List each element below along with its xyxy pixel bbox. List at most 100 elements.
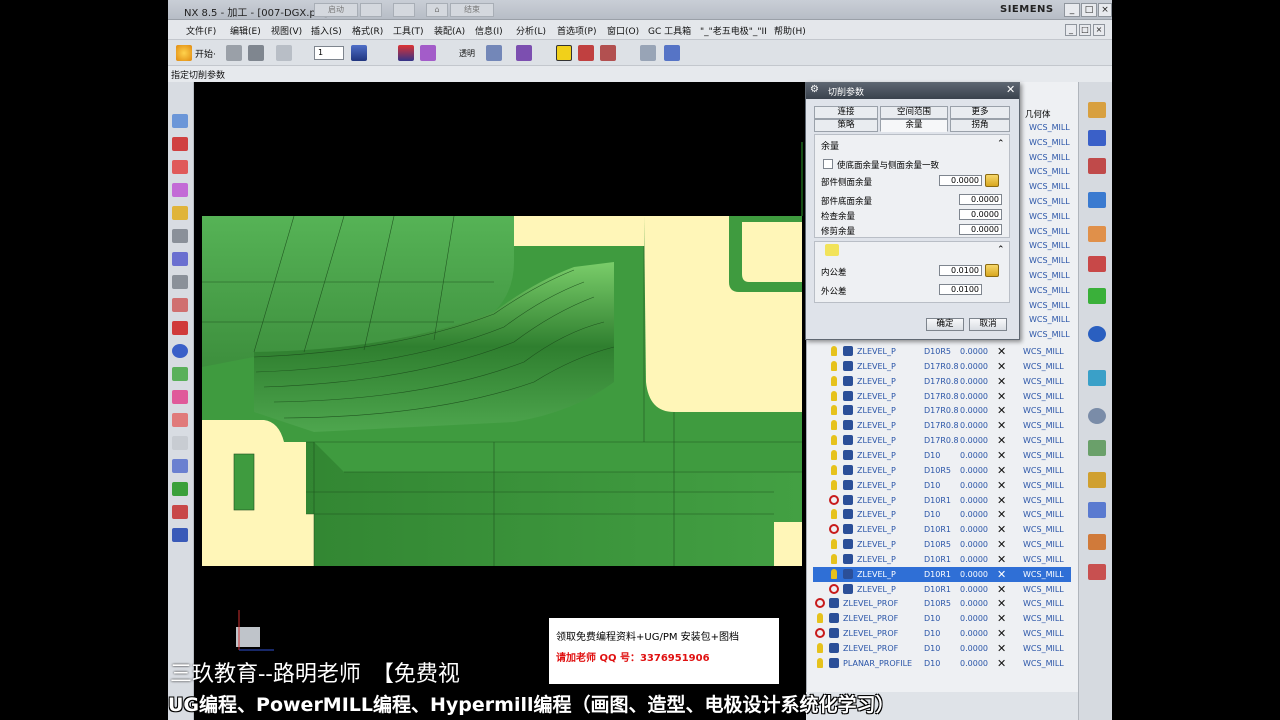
left-tool-icon[interactable]	[172, 160, 188, 174]
menu-edit[interactable]: 编辑(E)	[230, 24, 261, 37]
part-floor-stock-field[interactable]: 0.0000	[959, 194, 1002, 205]
geometry-cell[interactable]: WCS_MILL	[1029, 315, 1070, 324]
start-button[interactable]: 开始·	[195, 47, 216, 60]
operation-row[interactable]: ZLEVEL_P D10R1 0.0000 WCS_MILL ✕	[813, 566, 1071, 582]
resource-tab-icon[interactable]	[1088, 102, 1106, 118]
geometry-cell[interactable]: WCS_MILL	[1029, 241, 1070, 250]
resource-tab-icon[interactable]	[1088, 158, 1106, 174]
menu-insert[interactable]: 插入(S)	[311, 24, 342, 37]
left-tool-icon[interactable]	[172, 482, 188, 496]
box-icon[interactable]	[516, 45, 532, 61]
undo-icon[interactable]	[276, 45, 292, 61]
shade-icon[interactable]	[420, 45, 436, 61]
save-icon[interactable]	[248, 45, 264, 61]
menu-assembly[interactable]: 装配(A)	[434, 24, 465, 37]
transparency-button[interactable]: 透明	[459, 48, 475, 59]
operation-row[interactable]: ZLEVEL_P D10 0.0000 WCS_MILL ✕	[813, 507, 1071, 522]
tab-connect[interactable]: 连接	[814, 106, 878, 119]
history-icon[interactable]	[1088, 408, 1106, 424]
tab-blank-1[interactable]	[360, 3, 382, 17]
left-tool-icon[interactable]	[172, 183, 188, 197]
left-tool-icon[interactable]	[172, 321, 188, 335]
geometry-cell[interactable]: WCS_MILL	[1029, 301, 1070, 310]
trim-stock-field[interactable]: 0.0000	[959, 224, 1002, 235]
part-side-stock-field[interactable]: 0.0000	[939, 175, 982, 186]
operation-row[interactable]: ZLEVEL_P D17R0.8 0.0000 WCS_MILL ✕	[813, 389, 1071, 404]
gear-icon[interactable]: ⚙	[810, 84, 819, 95]
check-stock-field[interactable]: 0.0000	[959, 209, 1002, 220]
tab-start[interactable]: 启动	[314, 3, 358, 17]
view-cube-icon[interactable]	[351, 45, 367, 61]
left-tool-icon[interactable]	[172, 206, 188, 220]
resource-tab-icon[interactable]	[1088, 288, 1106, 304]
operation-row[interactable]: ZLEVEL_PROF D10 0.0000 WCS_MILL ✕	[813, 611, 1071, 626]
tab-corners[interactable]: 拐角	[950, 119, 1010, 132]
resource-tab-icon[interactable]	[1088, 534, 1106, 550]
operation-row[interactable]: ZLEVEL_P D17R0.8 0.0000 WCS_MILL ✕	[813, 359, 1071, 374]
geometry-cell[interactable]: WCS_MILL	[1029, 138, 1070, 147]
operation-row[interactable]: ZLEVEL_P D10 0.0000 WCS_MILL ✕	[813, 478, 1071, 493]
operation-row[interactable]: ZLEVEL_P D10R1 0.0000 WCS_MILL ✕	[813, 522, 1071, 537]
operation-row[interactable]: ZLEVEL_P D10R1 0.0000 WCS_MILL ✕	[813, 582, 1071, 597]
resource-tab-icon[interactable]	[1088, 440, 1106, 456]
doc-close-button[interactable]: ×	[1093, 24, 1105, 36]
resource-tab-icon[interactable]	[1088, 130, 1106, 146]
operation-row[interactable]: PLANAR_PROFILE D10 0.0000 WCS_MILL ✕	[813, 656, 1071, 671]
left-tool-icon[interactable]	[172, 528, 188, 542]
left-tool-icon[interactable]	[172, 459, 188, 473]
tab-stock[interactable]: 余量	[880, 119, 948, 132]
cancel-button[interactable]: 取消	[969, 318, 1007, 331]
home-icon[interactable]: ⌂	[426, 3, 448, 17]
filter-icon[interactable]	[578, 45, 594, 61]
ok-button[interactable]: 确定	[926, 318, 964, 331]
maximize-button[interactable]: □	[1081, 3, 1097, 17]
operation-row[interactable]: ZLEVEL_P D17R0.8 0.0000 WCS_MILL ✕	[813, 374, 1071, 389]
geometry-cell[interactable]: WCS_MILL	[1029, 227, 1070, 236]
left-tool-icon[interactable]	[172, 413, 188, 427]
chevron-up-icon[interactable]: ⌃	[997, 139, 1005, 149]
left-tool-icon[interactable]	[172, 298, 188, 312]
resource-tab-icon[interactable]	[1088, 472, 1106, 488]
outtol-field[interactable]: 0.0100	[939, 284, 982, 295]
tab-more[interactable]: 更多	[950, 106, 1010, 119]
highlight-icon[interactable]	[556, 45, 572, 61]
menu-window[interactable]: 窗口(O)	[607, 24, 639, 37]
resource-tab-icon[interactable]	[1088, 564, 1106, 580]
operation-row[interactable]: ZLEVEL_PROF D10R5 0.0000 WCS_MILL ✕	[813, 596, 1071, 611]
lock-icon[interactable]	[985, 264, 999, 277]
layer-combo[interactable]: 1	[314, 46, 344, 60]
menu-file[interactable]: 文件(F)	[186, 24, 216, 37]
lock-icon[interactable]	[985, 174, 999, 187]
operation-row[interactable]: ZLEVEL_P D10R5 0.0000 WCS_MILL ✕	[813, 537, 1071, 552]
menu-gc-toolbox[interactable]: GC 工具箱	[648, 24, 691, 37]
menu-view[interactable]: 视图(V)	[271, 24, 302, 37]
geometry-cell[interactable]: WCS_MILL	[1029, 286, 1070, 295]
doc-restore-button[interactable]: □	[1079, 24, 1091, 36]
geometry-cell[interactable]: WCS_MILL	[1029, 167, 1070, 176]
tab-strategy[interactable]: 策略	[814, 119, 878, 132]
operation-row[interactable]: ZLEVEL_P D10R1 0.0000 WCS_MILL ✕	[813, 493, 1071, 508]
resource-tab-icon[interactable]	[1088, 502, 1106, 518]
uniform-stock-checkbox[interactable]	[823, 159, 833, 169]
left-tool-icon[interactable]	[172, 137, 188, 151]
resource-tab-icon[interactable]	[1088, 226, 1106, 242]
left-tool-icon[interactable]	[172, 229, 188, 243]
geometry-cell[interactable]: WCS_MILL	[1029, 197, 1070, 206]
menu-format[interactable]: 格式(R)	[352, 24, 383, 37]
resource-tab-icon[interactable]	[1088, 256, 1106, 272]
left-tool-icon[interactable]	[172, 390, 188, 404]
operation-row[interactable]: ZLEVEL_P D17R0.8 0.0000 WCS_MILL ✕	[813, 403, 1071, 418]
menu-analysis[interactable]: 分析(L)	[516, 24, 546, 37]
menu-preferences[interactable]: 首选项(P)	[557, 24, 596, 37]
left-tool-icon[interactable]	[172, 275, 188, 289]
geometry-cell[interactable]: WCS_MILL	[1029, 271, 1070, 280]
minimize-button[interactable]: _	[1064, 3, 1080, 17]
operation-row[interactable]: ZLEVEL_P D10R1 0.0000 WCS_MILL ✕	[813, 552, 1071, 567]
geometry-cell[interactable]: WCS_MILL	[1029, 330, 1070, 339]
operation-row[interactable]: ZLEVEL_P D17R0.8 0.0000 WCS_MILL ✕	[813, 418, 1071, 433]
display-icon[interactable]	[398, 45, 414, 61]
left-tool-icon[interactable]	[172, 436, 188, 450]
left-tool-icon[interactable]	[172, 367, 188, 381]
close-button[interactable]: ×	[1098, 3, 1112, 17]
menu-electrode[interactable]: "_"老五电极"_"II	[700, 24, 767, 37]
